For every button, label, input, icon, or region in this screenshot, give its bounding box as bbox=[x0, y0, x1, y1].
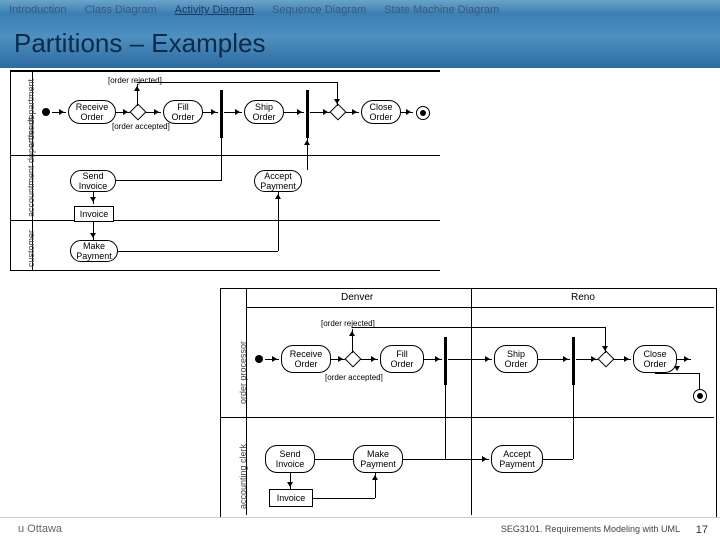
activity-receive-order: Receive Order bbox=[68, 100, 116, 124]
tab-class-diagram[interactable]: Class Diagram bbox=[75, 0, 165, 20]
footer-logo: u Ottawa bbox=[18, 523, 62, 535]
page-number: 17 bbox=[696, 524, 708, 536]
object-invoice: Invoice bbox=[269, 489, 313, 507]
join-bar-icon bbox=[572, 337, 575, 385]
decision-icon bbox=[130, 104, 147, 121]
lane-customer: customer bbox=[26, 230, 36, 267]
page-title: Partitions – Examples bbox=[14, 28, 265, 59]
activity-close-order: Close Order bbox=[633, 345, 677, 373]
activity-send-invoice: Send Invoice bbox=[265, 445, 315, 473]
fork-bar-icon bbox=[444, 337, 447, 385]
activity-send-invoice: Send Invoice bbox=[70, 170, 116, 192]
footer: u Ottawa SEG3101. Requirements Modeling … bbox=[0, 517, 720, 540]
slide: Introduction Class Diagram Activity Diag… bbox=[0, 0, 720, 540]
footer-course: SEG3101. Requirements Modeling with UML bbox=[501, 524, 680, 534]
activity-close-order: Close Order bbox=[361, 100, 401, 124]
join-bar-icon bbox=[306, 90, 309, 138]
lane-accounting-dept: accountment department bbox=[26, 117, 36, 217]
row-order-processor: order processor bbox=[238, 341, 248, 404]
tab-state-machine-diagram[interactable]: State Machine Diagram bbox=[375, 0, 508, 20]
final-node-icon bbox=[693, 389, 707, 403]
activity-ship-order: Ship Order bbox=[494, 345, 538, 373]
upper-diagram: order department accountment department … bbox=[0, 70, 440, 290]
activity-make-payment: Make Payment bbox=[70, 240, 118, 262]
col-reno: Reno bbox=[571, 292, 595, 303]
initial-node-icon bbox=[255, 355, 263, 363]
col-denver: Denver bbox=[341, 292, 373, 303]
tab-sequence-diagram[interactable]: Sequence Diagram bbox=[263, 0, 375, 20]
tab-activity-diagram[interactable]: Activity Diagram bbox=[166, 0, 263, 20]
lower-diagram: Denver Reno order processor accounting c… bbox=[220, 288, 717, 518]
activity-accept-payment: Accept Payment bbox=[491, 445, 543, 473]
guard-accepted: [order accepted] bbox=[112, 122, 170, 131]
final-node-icon bbox=[416, 106, 430, 120]
initial-node-icon bbox=[42, 108, 50, 116]
activity-make-payment: Make Payment bbox=[353, 445, 403, 473]
tab-bar: Introduction Class Diagram Activity Diag… bbox=[0, 0, 720, 20]
activity-ship-order: Ship Order bbox=[244, 100, 284, 124]
guard-accepted: [order accepted] bbox=[325, 373, 383, 382]
activity-fill-order: Fill Order bbox=[380, 345, 424, 373]
activity-fill-order: Fill Order bbox=[163, 100, 203, 124]
decision-icon bbox=[345, 351, 362, 368]
activity-accept-payment: Accept Payment bbox=[254, 170, 302, 192]
tab-introduction[interactable]: Introduction bbox=[0, 0, 75, 20]
fork-bar-icon bbox=[220, 90, 223, 138]
row-accounting-clerk: accounting clerk bbox=[238, 444, 248, 509]
object-invoice: Invoice bbox=[74, 206, 114, 222]
activity-receive-order: Receive Order bbox=[281, 345, 331, 373]
